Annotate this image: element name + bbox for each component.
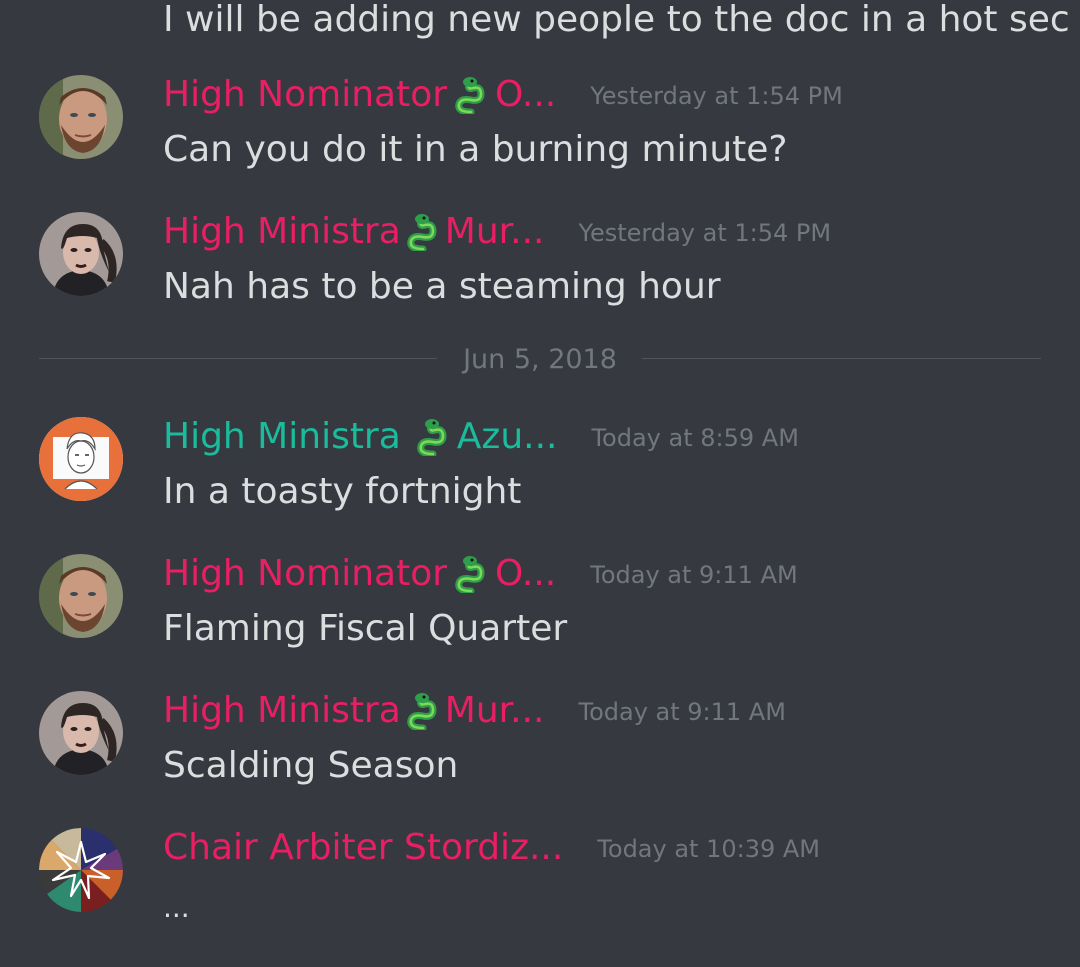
message-content: Flaming Fiscal Quarter bbox=[163, 608, 568, 649]
message: Chair Arbiter Stordiz... Today at 10:39 … bbox=[0, 826, 1080, 958]
snake-emoji-icon bbox=[453, 76, 489, 116]
message: High Ministra Azu... Today at 8:59 AM In… bbox=[0, 415, 1080, 547]
message-header: High Ministra Mur... Yesterday at 1:54 P… bbox=[163, 210, 831, 254]
divider-line-right bbox=[642, 358, 1041, 359]
message-header: High Nominator O... Today at 9:11 AM bbox=[163, 552, 798, 596]
message: High Ministra Mur... Today at 9:11 AM Sc… bbox=[0, 689, 1080, 821]
author-name-suffix: O... bbox=[495, 74, 557, 115]
message-content: Scalding Season bbox=[163, 745, 459, 786]
timestamp: Yesterday at 1:54 PM bbox=[578, 219, 832, 247]
bearded-man-avatar[interactable] bbox=[39, 554, 123, 638]
timestamp: Today at 9:11 AM bbox=[578, 698, 786, 726]
message-content: ... bbox=[163, 891, 190, 924]
dark-haired-woman-avatar[interactable] bbox=[39, 691, 123, 775]
author-name[interactable]: High Ministra Mur... bbox=[163, 689, 545, 733]
message-content: I will be adding new people to the doc i… bbox=[163, 0, 1070, 40]
message-header: High Nominator O... Yesterday at 1:54 PM bbox=[163, 73, 843, 117]
bearded-man-avatar[interactable] bbox=[39, 75, 123, 159]
message-header: Chair Arbiter Stordiz... Today at 10:39 … bbox=[163, 826, 820, 870]
author-name-suffix: O... bbox=[495, 553, 557, 594]
snake-emoji-icon bbox=[405, 692, 441, 732]
author-name[interactable]: High Ministra Mur... bbox=[163, 210, 545, 254]
message-content: In a toasty fortnight bbox=[163, 471, 522, 512]
author-name-prefix: High Nominator bbox=[163, 553, 448, 594]
author-name-prefix: High Ministra bbox=[163, 211, 401, 252]
message: High Nominator O... Yesterday at 1:54 PM… bbox=[0, 73, 1080, 205]
author-name-prefix: High Nominator bbox=[163, 74, 448, 115]
divider-date: Jun 5, 2018 bbox=[463, 344, 617, 375]
snake-emoji-icon bbox=[405, 213, 441, 253]
author-name[interactable]: High Nominator O... bbox=[163, 552, 556, 596]
author-name-suffix: Mur... bbox=[444, 690, 545, 731]
message: High Nominator O... Today at 9:11 AM Fla… bbox=[0, 552, 1080, 684]
timestamp: Today at 10:39 AM bbox=[597, 835, 820, 863]
snake-emoji-icon bbox=[453, 555, 489, 595]
author-name-prefix: Chair Arbiter Stordiz... bbox=[163, 827, 564, 868]
author-name[interactable]: High Nominator O... bbox=[163, 73, 556, 117]
message-content: Nah has to be a steaming hour bbox=[163, 266, 721, 307]
timestamp: Today at 9:11 AM bbox=[590, 561, 798, 589]
timestamp: Today at 8:59 AM bbox=[591, 424, 799, 452]
sketch-portrait-avatar[interactable] bbox=[39, 417, 123, 501]
author-name-prefix: High Ministra bbox=[163, 690, 401, 731]
author-name-suffix: Mur... bbox=[444, 211, 545, 252]
dark-haired-woman-avatar[interactable] bbox=[39, 212, 123, 296]
snake-emoji-icon bbox=[415, 418, 451, 458]
message: High Ministra Mur... Yesterday at 1:54 P… bbox=[0, 210, 1080, 342]
author-name-prefix: High Ministra bbox=[163, 416, 401, 457]
author-name[interactable]: High Ministra Azu... bbox=[163, 415, 557, 459]
author-name[interactable]: Chair Arbiter Stordiz... bbox=[163, 826, 563, 870]
message-header: High Ministra Mur... Today at 9:11 AM bbox=[163, 689, 786, 733]
message-content: Can you do it in a burning minute? bbox=[163, 129, 788, 170]
star-wheel-avatar[interactable] bbox=[39, 828, 123, 912]
message-header: High Ministra Azu... Today at 8:59 AM bbox=[163, 415, 799, 459]
author-name-suffix: Azu... bbox=[456, 416, 558, 457]
date-divider: Jun 5, 2018 bbox=[39, 340, 1041, 380]
timestamp: Yesterday at 1:54 PM bbox=[590, 82, 843, 110]
